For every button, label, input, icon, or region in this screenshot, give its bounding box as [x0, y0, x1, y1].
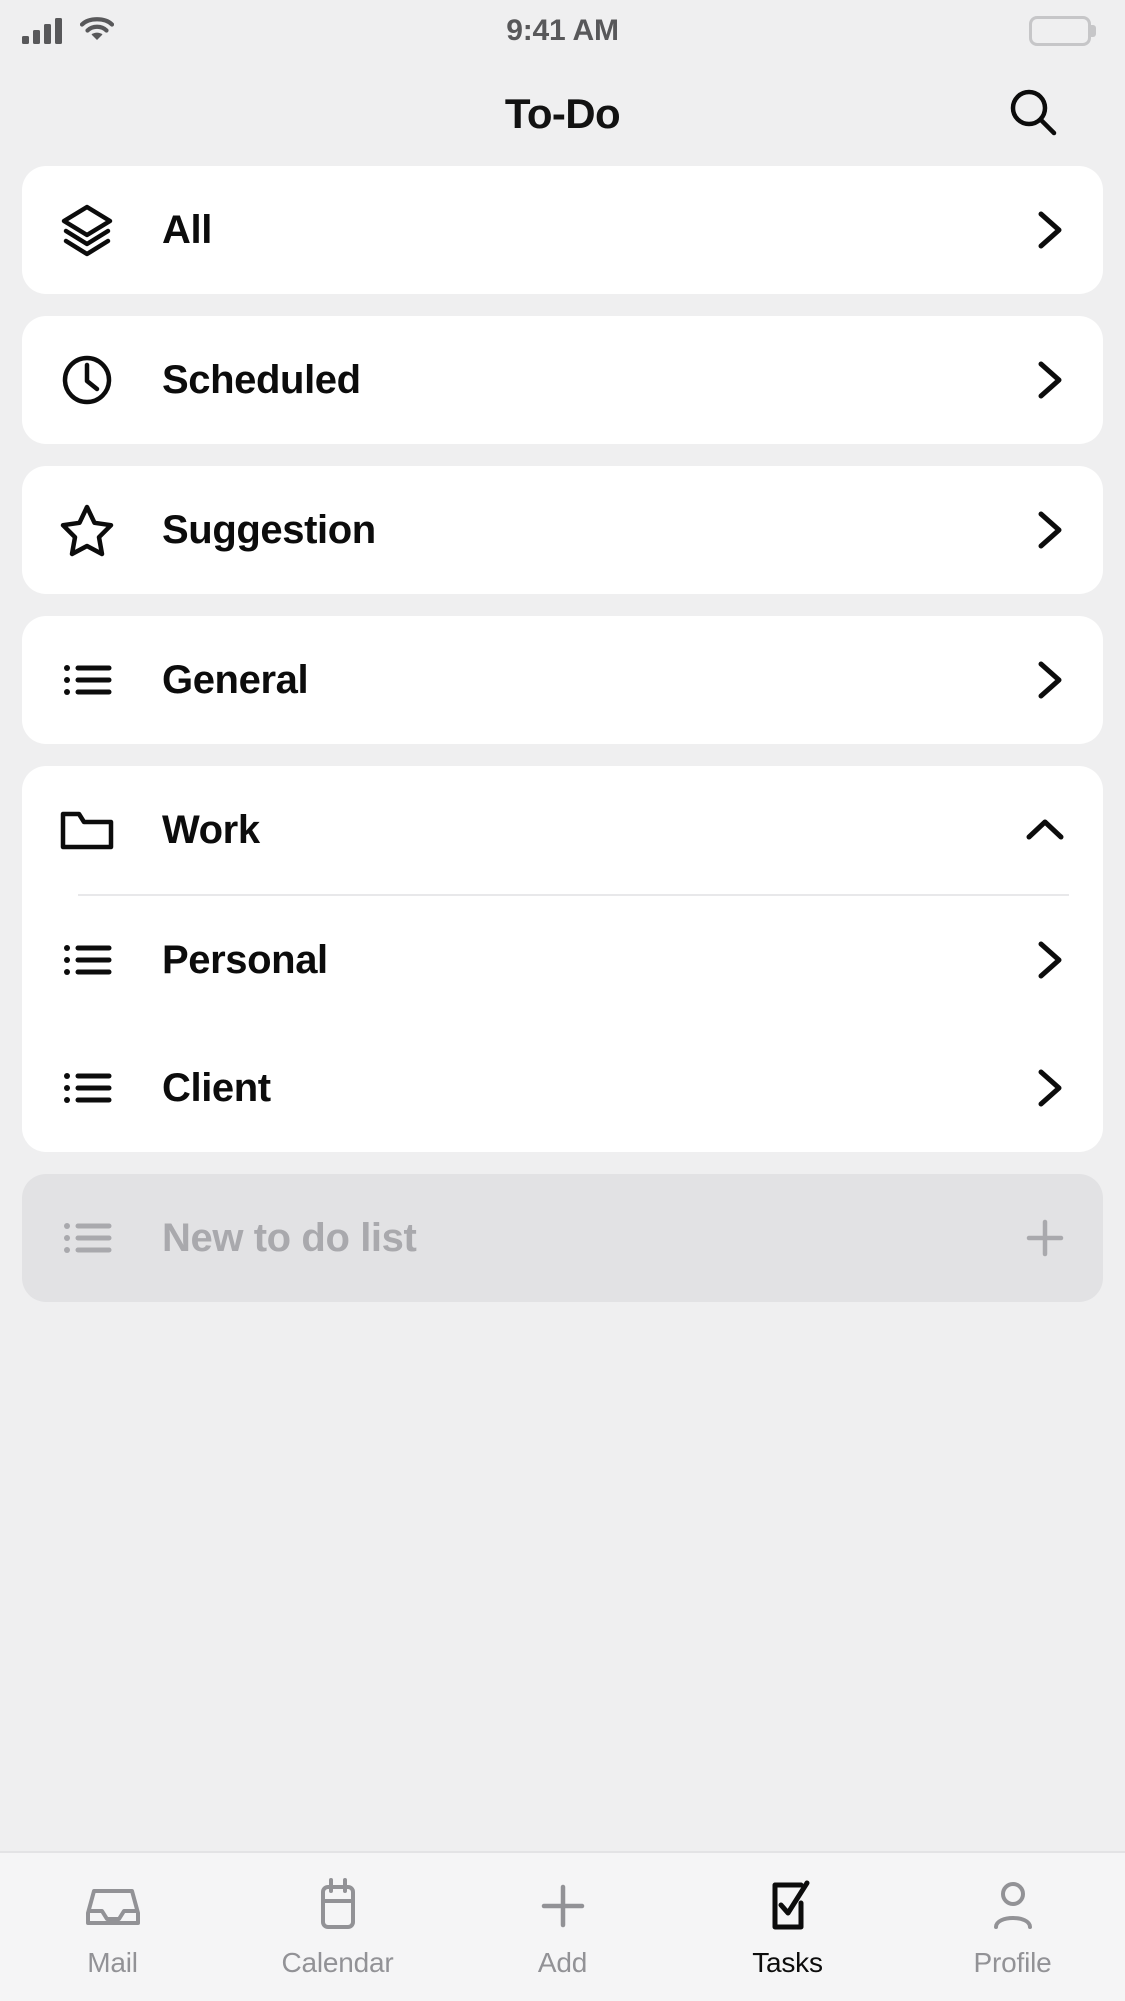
tab-label: Calendar [281, 1947, 394, 1978]
card-new-list[interactable]: New to do list [22, 1174, 1103, 1302]
list-item-label: General [162, 657, 309, 702]
inbox-icon [82, 1875, 144, 1937]
tab-label: Profile [973, 1947, 1052, 1978]
list-item-all[interactable]: All [22, 166, 1103, 294]
status-bar: 9:41 AM [0, 0, 1125, 62]
battery-full-icon [1029, 16, 1091, 46]
star-icon [54, 500, 120, 560]
status-bar-right [1029, 16, 1091, 46]
chevron-right-icon[interactable] [1013, 1064, 1069, 1112]
tab-label: Mail [87, 1947, 138, 1978]
folder-item-label: Work [162, 807, 260, 852]
chevron-right-icon[interactable] [1013, 506, 1069, 554]
new-list-row[interactable]: New to do list [22, 1174, 1103, 1302]
list-icon [54, 930, 120, 990]
tab-bar: Mail Calendar Add Tasks Profile [0, 1851, 1125, 2001]
chevron-right-icon[interactable] [1013, 356, 1069, 404]
list-item-personal[interactable]: Personal [22, 896, 1103, 1024]
list-item-label: Personal [162, 937, 328, 982]
clock-icon [54, 350, 120, 410]
chevron-up-icon[interactable] [1013, 810, 1069, 850]
list-icon [54, 1208, 120, 1268]
tab-mail[interactable]: Mail [0, 1875, 225, 1979]
chevron-right-icon[interactable] [1013, 206, 1069, 254]
list-item-suggestion[interactable]: Suggestion [22, 466, 1103, 594]
tasks-icon [757, 1875, 819, 1937]
list-icon [54, 650, 120, 710]
plus-icon[interactable] [1013, 1214, 1069, 1262]
folder-item-work[interactable]: Work [22, 766, 1103, 894]
plus-icon [532, 1875, 594, 1937]
new-list-label: New to do list [162, 1215, 417, 1260]
chevron-right-icon[interactable] [1013, 936, 1069, 984]
card-suggestion: Suggestion [22, 466, 1103, 594]
tab-label: Tasks [752, 1947, 823, 1978]
list-item-label: All [162, 207, 212, 252]
list-item-general[interactable]: General [22, 616, 1103, 744]
list-item-label: Client [162, 1065, 271, 1110]
list-item-client[interactable]: Client [22, 1024, 1103, 1152]
tab-profile[interactable]: Profile [900, 1875, 1125, 1979]
list-item-label: Suggestion [162, 507, 376, 552]
list-icon [54, 1058, 120, 1118]
card-scheduled: Scheduled [22, 316, 1103, 444]
status-bar-time: 9:41 AM [506, 14, 619, 47]
person-icon [982, 1875, 1044, 1937]
tab-calendar[interactable]: Calendar [225, 1875, 450, 1979]
list-item-scheduled[interactable]: Scheduled [22, 316, 1103, 444]
card-work-folder: Work Personal Client [22, 766, 1103, 1152]
list-container: All Scheduled Suggestion General Work Pe… [0, 166, 1125, 1851]
nav-header: To-Do [0, 62, 1125, 166]
tab-tasks[interactable]: Tasks [675, 1875, 900, 1979]
card-all: All [22, 166, 1103, 294]
tab-label: Add [537, 1947, 588, 1978]
chevron-right-icon[interactable] [1013, 656, 1069, 704]
search-icon [1005, 84, 1061, 145]
layers-icon [54, 200, 120, 260]
folder-icon [54, 800, 120, 860]
page-title: To-Do [504, 90, 621, 137]
card-general: General [22, 616, 1103, 744]
app-screen: 9:41 AM To-Do All Scheduled Suggestion G… [0, 0, 1125, 2001]
calendar-icon [307, 1875, 369, 1937]
list-item-label: Scheduled [162, 357, 361, 402]
search-button[interactable] [1001, 82, 1065, 146]
tab-add[interactable]: Add [450, 1875, 675, 1979]
